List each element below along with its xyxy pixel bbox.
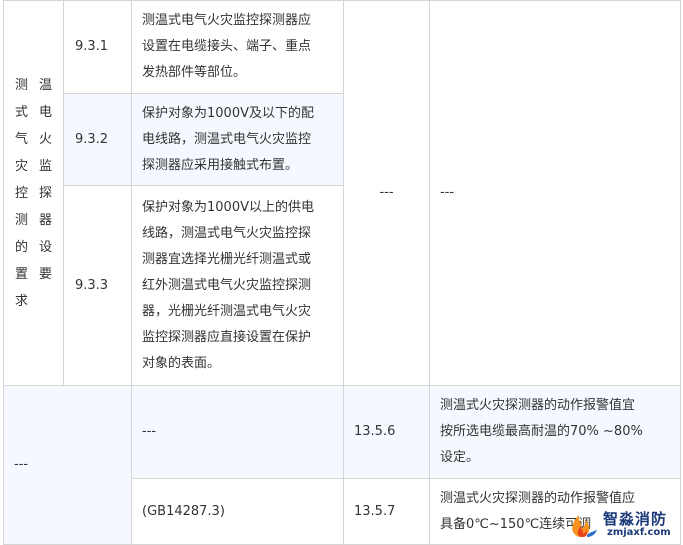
merged-clause-code-b: --- [343,0,430,386]
watermark-name: 智淼消防 [603,510,668,528]
clause-code-cell: 13.5.6 [343,385,430,479]
category-char: 测 [14,77,28,93]
category-char [34,288,58,315]
category-char: 要 [38,266,52,282]
category-cell: 测温式电气火灾监控探测器的设置要求 [3,0,64,386]
clause-line: 发热部件等部位。 [142,65,247,80]
clause-line: 探测器应采用接触式布置。 [142,157,299,173]
clause-line: 器，光栅光纤测温式电气火灾 [142,303,312,319]
category-char: 器 [38,212,52,228]
category-vertical-text: 测温式电气火灾监控探测器的设置要求 [5,72,63,315]
category-char: 设 [38,239,52,255]
category-char: 温 [38,77,52,93]
clause-text-cell: 测温式电气火灾监控探测器应 设置在电缆接头、端子、重点 发热部件等部位。 [131,0,344,94]
flame-logo-icon [572,515,597,537]
merged-clause-text-b: --- [429,0,681,386]
clause-line: 电线路，测温式电气火灾监控 [142,131,312,147]
clause-line: 保护对象为1000V以上的供电 [142,199,314,215]
standards-table: 测温式电气火灾监控探测器的设置要求 9.3.1 测温式电气火灾监控探测器应 设置… [3,0,681,545]
clause-line: 测器宜选择光栅光纤测温式或 [142,251,312,267]
clause-code-cell: 9.3.1 [63,0,132,94]
clause-line: 线路，测温式电气火灾监控探 [142,225,312,241]
category-char: 控 [14,185,28,201]
clause-line: 设置在电缆接头、端子、重点 [142,39,312,54]
category-char: 测 [14,212,28,228]
standards-comparison-page: 测温式电气火灾监控探测器的设置要求 9.3.1 测温式电气火灾监控探测器应 设置… [0,0,683,545]
category-char: 式 [14,104,28,120]
clause-line: 监控探测器应直接设置在保护 [142,329,312,345]
table-row: 测温式电气火灾监控探测器的设置要求 9.3.1 测温式电气火灾监控探测器应 设置… [3,0,681,386]
category-char: 监 [38,158,52,174]
clause-code-cell: 9.3.2 [63,93,132,186]
clause-line: 按所选电缆最高耐温的70% ~80% [440,424,643,439]
clause-text-cell: 保护对象为1000V以上的供电 线路，测温式电气火灾监控探 测器宜选择光栅光纤测… [131,185,344,386]
category-char: 电 [38,104,52,120]
category-char: 气 [14,131,28,147]
watermark-logo: 智淼消防 zmjaxf.com [563,507,681,541]
clause-line: 红外测温式电气火灾监控探测 [142,277,312,293]
category-char: 火 [38,131,52,147]
clause-line: 保护对象为1000V及以下的配 [142,105,314,121]
clause-text-cell: 测温式火灾探测器的动作报警值宜 按所选电缆最高耐温的70% ~80% 设定。 [429,385,681,479]
category-char: 灾 [14,158,28,174]
table-row: --- --- 13.5.6 测温式火灾探测器的动作报警值宜 按所选电缆最高耐温… [3,385,681,545]
category-char: 求 [14,293,28,309]
clause-text-cell: 保护对象为1000V及以下的配 电线路，测温式电气火灾监控 探测器应采用接触式布… [131,93,344,186]
category-char: 的 [14,239,28,255]
clause-line: 设定。 [440,450,480,465]
lower-category-cell: --- [3,385,132,545]
clause-text-cell: --- [131,385,344,479]
watermark-url: zmjaxf.com [607,527,671,538]
clause-line: 测温式电气火灾监控探测器应 [142,13,312,28]
clause-line: 对象的表面。 [142,355,221,371]
clause-text-cell: (GB14287.3) [131,478,344,545]
category-char: 置 [14,266,28,282]
clause-line: 测温式火灾探测器的动作报警值宜 [440,398,636,413]
clause-code-cell: 9.3.3 [63,185,132,386]
category-char: 探 [38,185,52,201]
clause-code-cell: 13.5.7 [343,478,430,545]
